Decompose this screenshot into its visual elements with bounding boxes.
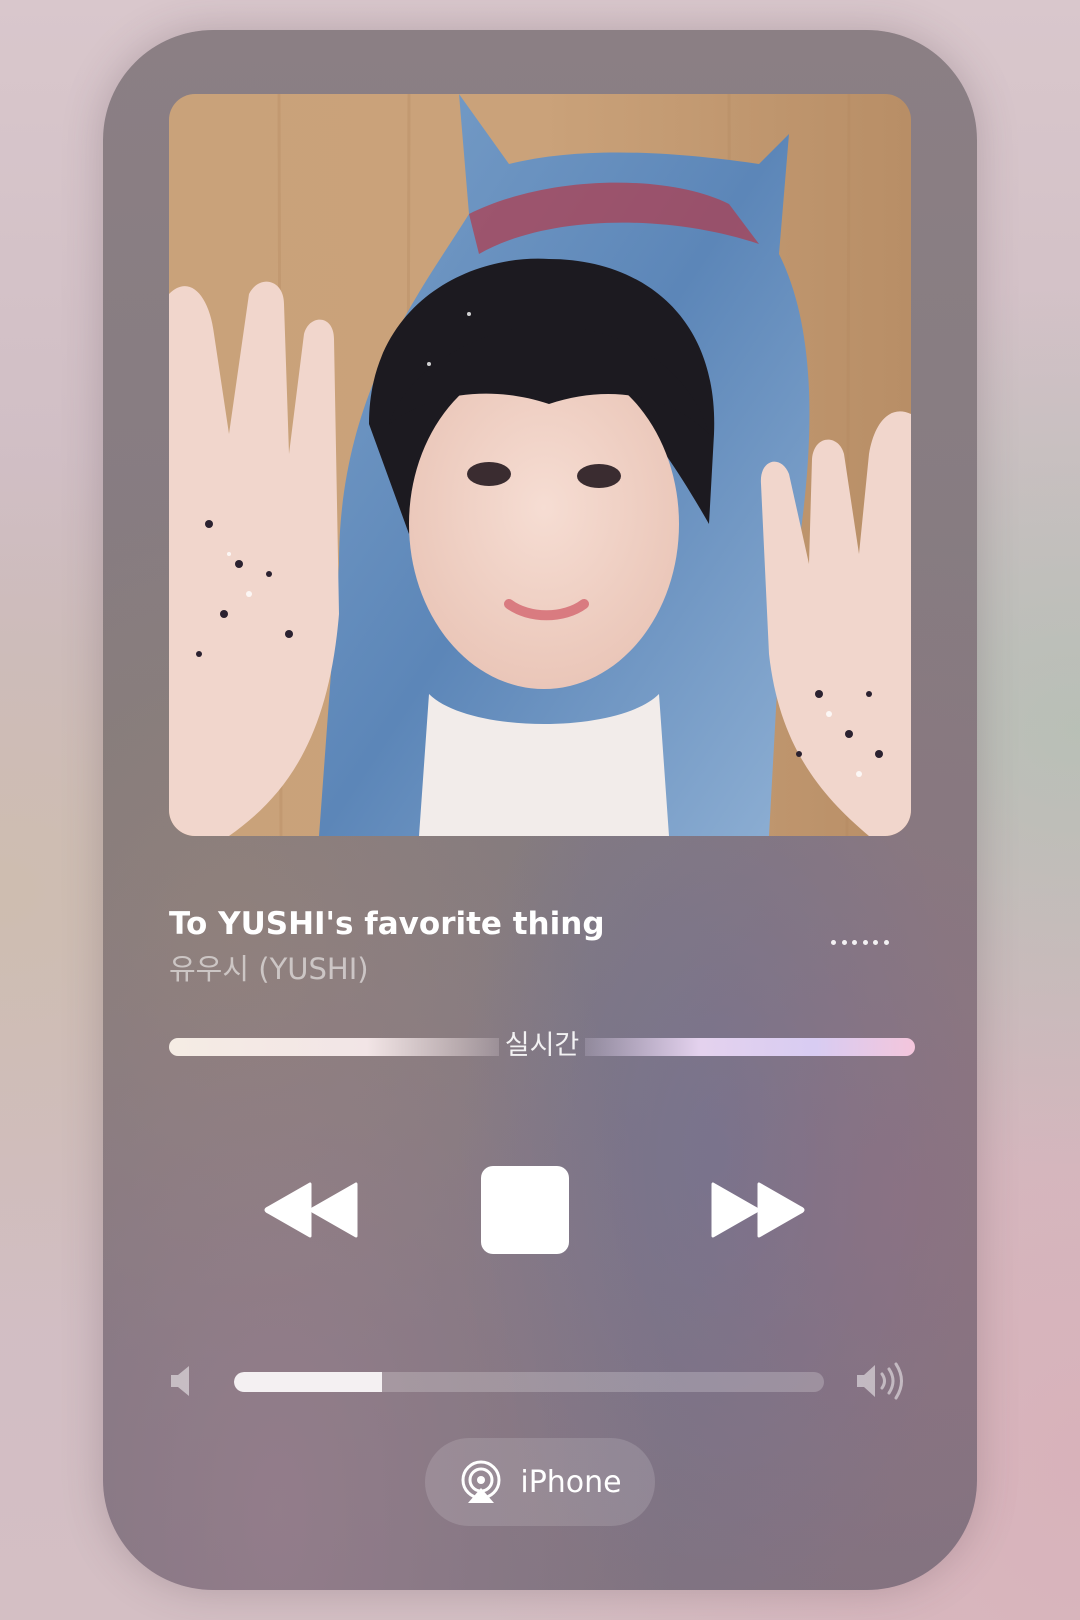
audio-output-label: iPhone [520, 1464, 622, 1500]
stop-button[interactable] [481, 1166, 569, 1254]
live-progress-bar: 실시간 [169, 1030, 915, 1061]
volume-slider[interactable] [234, 1372, 824, 1392]
fast-forward-button[interactable] [709, 1182, 805, 1238]
airplay-icon [461, 1460, 501, 1503]
audio-output-button[interactable]: iPhone [425, 1438, 655, 1526]
rewind-icon [264, 1182, 358, 1238]
live-label: 실시간 [504, 1030, 580, 1061]
speaker-low-icon [169, 1364, 195, 1402]
more-options-button[interactable] [831, 936, 889, 948]
speaker-high-icon [855, 1362, 911, 1404]
volume-slider-fill [234, 1372, 382, 1392]
track-title: To YUSHI's favorite thing [169, 906, 605, 942]
fast-forward-icon [711, 1182, 805, 1238]
more-dots-icon [831, 939, 836, 945]
volume-control [103, 1360, 977, 1400]
track-artist[interactable]: 유우시 (YUSHI) [169, 946, 369, 988]
playback-controls [103, 1166, 977, 1256]
album-artwork [169, 94, 911, 836]
now-playing-card: To YUSHI's favorite thing 유우시 (YUSHI) 실시… [103, 30, 977, 1590]
rewind-button[interactable] [264, 1182, 360, 1238]
